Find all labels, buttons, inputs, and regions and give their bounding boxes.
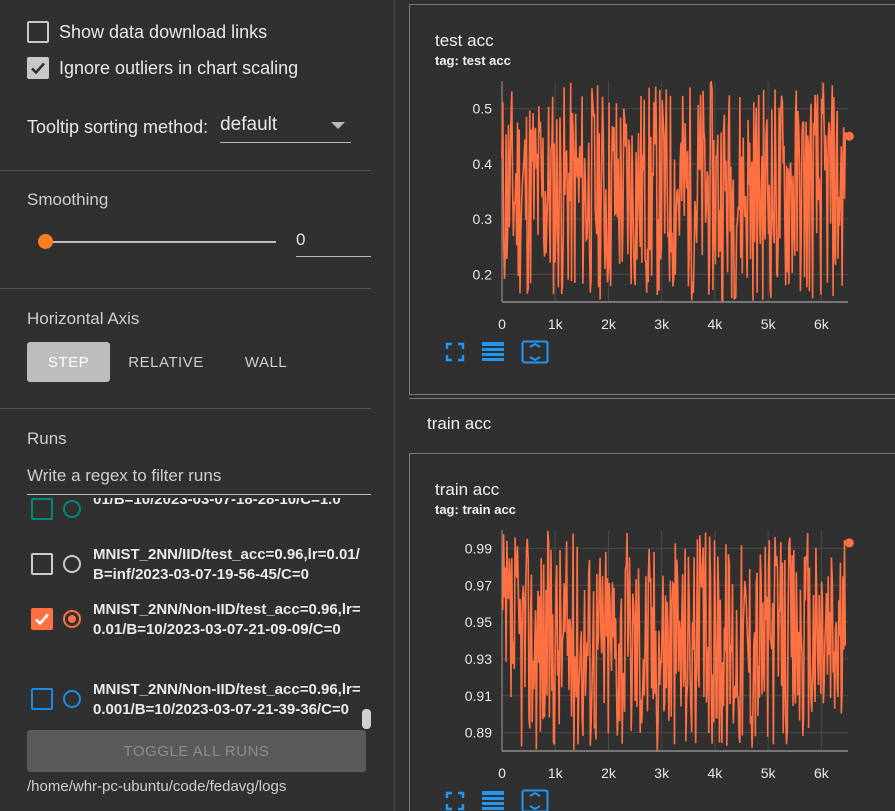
list-item[interactable]: MNIST_2NN/Non-IID/test_acc=0.96,lr=0.01/… bbox=[31, 600, 361, 640]
section-divider bbox=[0, 288, 371, 289]
group-header-train-acc[interactable]: train acc bbox=[409, 398, 895, 450]
run-checkbox[interactable] bbox=[31, 688, 53, 710]
smoothing-input[interactable]: 0 bbox=[296, 230, 371, 257]
axis-relative-button[interactable]: RELATIVE bbox=[116, 342, 216, 382]
log-directory-path: /home/whr-pc-ubuntu/code/fedavg/logs bbox=[27, 778, 287, 795]
list-item[interactable]: MNIST_2NN/IID/test_acc=0.96,lr=0.01/B=in… bbox=[31, 545, 361, 585]
x-tick-label: 2k bbox=[601, 316, 617, 332]
smoothing-slider-track[interactable] bbox=[46, 241, 276, 243]
y-tick-label: 0.2 bbox=[473, 266, 493, 282]
y-tick-label: 0.5 bbox=[473, 101, 493, 117]
chart-card-train-acc: train acc tag: train acc 0 1k 2k 3k 4k 5k 6k 0.… bbox=[409, 453, 895, 811]
toggle-all-runs-button[interactable]: TOGGLE ALL RUNS bbox=[27, 730, 366, 772]
chevron-down-icon bbox=[331, 121, 346, 129]
run-checkbox[interactable] bbox=[31, 608, 53, 630]
tooltip-sorting-label: Tooltip sorting method: bbox=[27, 117, 209, 137]
x-tick-label: 5k bbox=[761, 765, 777, 781]
section-divider bbox=[0, 408, 371, 409]
y-tick-label: 0.97 bbox=[465, 577, 492, 593]
checkmark-icon bbox=[35, 613, 49, 626]
data-table-icon[interactable] bbox=[481, 341, 505, 363]
x-tick-label: 5k bbox=[761, 316, 777, 332]
tooltip-sorting-value: default bbox=[220, 114, 278, 135]
plot-area: 0 1k 2k 3k 4k 5k 6k 0.2 0.3 0.4 0.5 bbox=[473, 80, 854, 332]
run-label: MNIST_2NN/IID/test_acc=0.96,lr=0.01/B=in… bbox=[93, 546, 360, 583]
y-tick-label: 0.99 bbox=[465, 540, 492, 556]
runs-filter-input[interactable]: Write a regex to filter runs bbox=[27, 466, 371, 495]
runs-title: Runs bbox=[27, 429, 67, 448]
list-item[interactable]: MNIST_2NN/Non-IID/test_acc=0.96,lr=0.001… bbox=[31, 680, 361, 720]
run-label: MNIST_2NN/Non-IID/test_acc=0.96,lr=0.01/… bbox=[93, 601, 361, 638]
horizontal-axis-toggle: STEP RELATIVE WALL bbox=[27, 342, 316, 382]
radio-dot bbox=[68, 615, 76, 623]
x-tick-label: 6k bbox=[814, 765, 830, 781]
tooltip-sorting-select[interactable]: default bbox=[220, 112, 352, 143]
section-divider bbox=[0, 170, 371, 171]
y-tick-label: 0.89 bbox=[465, 725, 492, 741]
last-value-dot bbox=[844, 538, 854, 548]
y-tick-label: 0.95 bbox=[465, 614, 492, 630]
y-tick-label: 0.3 bbox=[473, 211, 493, 227]
run-label: MNIST_2NN/Non-IID/test_acc=0.96,lr=0.001… bbox=[93, 681, 361, 718]
runs-list: 01/B=10/2023-03-07-18-28-10/C=1.0 MNIST_… bbox=[27, 498, 371, 728]
show-download-links-row[interactable]: Show data download links bbox=[27, 21, 267, 43]
run-checkbox[interactable] bbox=[31, 498, 53, 520]
tooltip-sorting-row: Tooltip sorting method: default bbox=[27, 112, 352, 143]
runs-scrollbar[interactable] bbox=[362, 709, 371, 729]
chart-card-test-acc: test acc tag: test acc 0 1k 2k 3k 4k 5k 6k 0.2 0… bbox=[409, 4, 895, 395]
x-tick-label: 0 bbox=[498, 316, 506, 332]
run-radio[interactable] bbox=[63, 500, 81, 518]
horizontal-axis-title: Horizontal Axis bbox=[27, 309, 140, 328]
run-radio[interactable] bbox=[63, 555, 81, 573]
data-table-icon[interactable] bbox=[481, 790, 505, 811]
x-tick-label: 2k bbox=[601, 765, 617, 781]
list-item[interactable]: 01/B=10/2023-03-07-18-28-10/C=1.0 bbox=[31, 498, 361, 520]
show-download-links-label: Show data download links bbox=[59, 21, 268, 42]
x-tick-label: 0 bbox=[498, 765, 506, 781]
x-tick-label: 3k bbox=[654, 316, 670, 332]
x-tick-label: 1k bbox=[548, 765, 564, 781]
axis-wall-button[interactable]: WALL bbox=[216, 342, 316, 382]
x-tick-label: 1k bbox=[548, 316, 564, 332]
run-checkbox[interactable] bbox=[31, 553, 53, 575]
ignore-outliers-row[interactable]: Ignore outliers in chart scaling bbox=[27, 57, 298, 79]
series-line bbox=[501, 80, 847, 303]
last-value-dot bbox=[844, 131, 854, 141]
fit-domain-icon[interactable] bbox=[521, 789, 549, 811]
fullscreen-icon[interactable] bbox=[445, 791, 465, 811]
run-label: 01/B=10/2023-03-07-18-28-10/C=1.0 bbox=[93, 498, 341, 508]
axis-step-button[interactable]: STEP bbox=[27, 342, 110, 382]
train-acc-chart[interactable]: 0 1k 2k 3k 4k 5k 6k 0.89 0.91 0.93 0.95 0.97 0.99 bbox=[410, 454, 895, 789]
settings-sidebar: Show data download links Ignore outliers… bbox=[0, 0, 395, 811]
chart-toolbar bbox=[445, 340, 549, 364]
ignore-outliers-checkbox[interactable] bbox=[27, 57, 49, 79]
x-tick-label: 6k bbox=[814, 316, 830, 332]
ignore-outliers-label: Ignore outliers in chart scaling bbox=[59, 57, 299, 78]
smoothing-title: Smoothing bbox=[27, 190, 109, 209]
y-tick-label: 0.93 bbox=[465, 651, 492, 667]
test-acc-chart[interactable]: 0 1k 2k 3k 4k 5k 6k 0.2 0.3 0.4 0.5 bbox=[410, 5, 895, 345]
series-line bbox=[501, 530, 847, 751]
plot-area: 0 1k 2k 3k 4k 5k 6k 0.89 0.91 0.93 0.95 0.97 0.99 bbox=[465, 530, 854, 781]
fullscreen-icon[interactable] bbox=[445, 342, 465, 362]
smoothing-slider-thumb[interactable] bbox=[38, 234, 53, 249]
checkmark-icon bbox=[31, 62, 45, 75]
group-header-label: train acc bbox=[427, 414, 492, 433]
y-tick-label: 0.91 bbox=[465, 688, 492, 704]
y-tick-label: 0.4 bbox=[473, 156, 493, 172]
run-radio[interactable] bbox=[63, 610, 81, 628]
x-tick-label: 4k bbox=[708, 765, 724, 781]
fit-domain-icon[interactable] bbox=[521, 340, 549, 364]
chart-toolbar bbox=[445, 789, 549, 811]
run-radio[interactable] bbox=[63, 690, 81, 708]
x-tick-label: 3k bbox=[654, 765, 670, 781]
show-download-links-checkbox[interactable] bbox=[27, 21, 49, 43]
x-tick-label: 4k bbox=[708, 316, 724, 332]
